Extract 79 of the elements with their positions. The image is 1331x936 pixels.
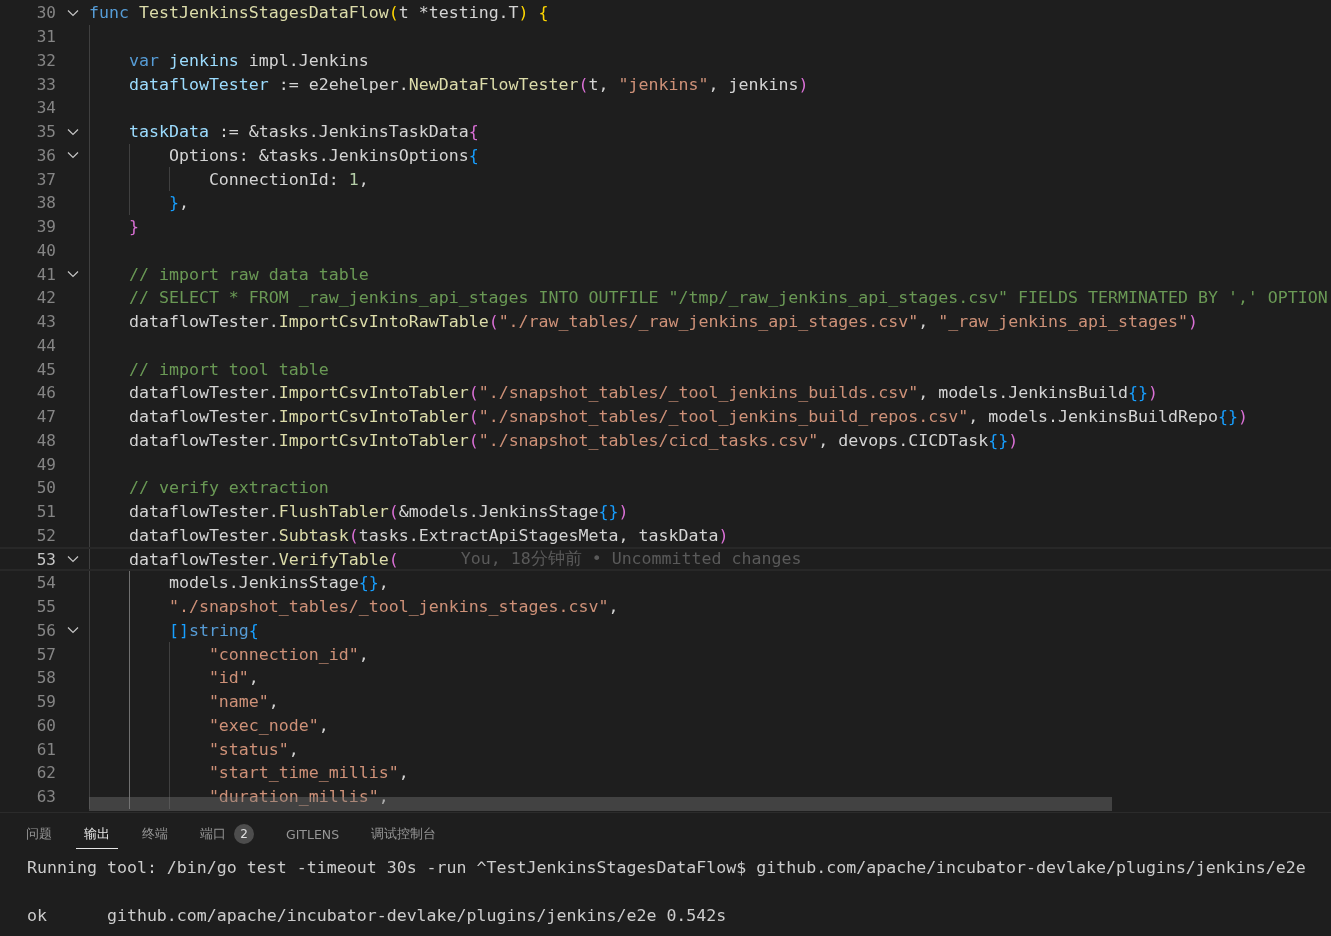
- code-line: taskData := &tasks.JenkinsTaskData{: [127, 121, 479, 144]
- panel-tab[interactable]: 端口 2: [192, 823, 262, 849]
- code-line: "./snapshot_tables/_tool_jenkins_stages.csv",: [167, 596, 619, 619]
- code-line: // verify extraction: [127, 477, 329, 500]
- code-line: dataflowTester := e2ehelper.NewDataFlowTester(t, "jenkins", jenkins): [127, 73, 809, 96]
- chevron-down-icon[interactable]: [66, 127, 79, 136]
- count-badge: 2: [234, 824, 254, 844]
- chevron-down-icon[interactable]: [66, 151, 79, 160]
- panel-tab[interactable]: 输出: [76, 823, 118, 849]
- line-number: 57: [35, 644, 56, 664]
- code-line: ConnectionId: 1,: [207, 168, 369, 191]
- line-number: 55: [35, 597, 56, 617]
- panel-tab[interactable]: 问题: [18, 823, 60, 849]
- code-line: // SELECT * FROM _raw_jenkins_api_stages INTO OUTFILE "/tmp/_raw_jenkins_api_stages.csv" FIELDS TERMINATED BY ',' OPTION: [127, 287, 1328, 310]
- line-number: 53: [35, 549, 56, 569]
- code-line: "status",: [207, 738, 299, 761]
- code-line: // import tool table: [127, 358, 329, 381]
- line-number: 49: [35, 454, 56, 474]
- line-number: 45: [35, 359, 56, 379]
- chevron-down-icon[interactable]: [66, 555, 79, 564]
- line-number: 30: [35, 3, 56, 23]
- line-number: 63: [35, 787, 56, 807]
- chevron-down-icon[interactable]: [66, 270, 79, 279]
- panel-tab[interactable]: GITLENS: [278, 823, 348, 849]
- chevron-down-icon[interactable]: [66, 8, 79, 17]
- code-line: models.JenkinsStage{},: [167, 572, 389, 595]
- line-number: 62: [35, 763, 56, 783]
- line-number: 51: [35, 502, 56, 522]
- line-number: 37: [35, 169, 56, 189]
- line-number: 32: [35, 50, 56, 70]
- code-line: dataflowTester.ImportCsvIntoRawTable("./raw_tables/_raw_jenkins_api_stages.csv", "_raw_jenkins_api_stages"): [127, 311, 1198, 334]
- line-number: 44: [35, 335, 56, 355]
- code-line: dataflowTester.ImportCsvIntoTabler("./snapshot_tables/_tool_jenkins_build_repos.csv", models.JenkinsBuildRepo{}): [127, 406, 1248, 429]
- output-line: ok github.com/apache/incubator-devlake/plugins/jenkins/e2e 0.542s: [27, 905, 728, 927]
- code-line: func TestJenkinsStagesDataFlow(t *testing.T) {: [89, 2, 549, 25]
- code-line: dataflowTester.ImportCsvIntoTabler("./snapshot_tables/_tool_jenkins_builds.csv", models.JenkinsBuild{}): [127, 382, 1158, 405]
- code-line: Options: &tasks.JenkinsOptions{: [167, 144, 479, 167]
- code-line: []string{: [167, 619, 259, 642]
- line-number: 50: [35, 478, 56, 498]
- line-number: 61: [35, 739, 56, 759]
- code-line: },: [167, 192, 189, 215]
- code-line: "exec_node",: [207, 714, 329, 737]
- code-line: dataflowTester.ImportCsvIntoTabler("./snapshot_tables/cicd_tasks.csv", devops.CICDTask{}): [127, 429, 1019, 452]
- line-number: 47: [35, 407, 56, 427]
- line-number: 39: [35, 217, 56, 237]
- code-line: "id",: [207, 667, 259, 690]
- line-number: 43: [35, 312, 56, 332]
- code-line: // import raw data table: [127, 263, 369, 286]
- code-line: dataflowTester.VerifyTable(: [127, 548, 399, 571]
- blame-annotation: You, 18分钟前 • Uncommitted changes: [460, 548, 802, 571]
- output-line: Running tool: /bin/go test -timeout 30s -run ^TestJenkinsStagesDataFlow$ github.com/apache/incubator-devlake/plugins/jenkins/e2e: [27, 857, 1307, 879]
- line-number: 46: [35, 383, 56, 403]
- line-number: 56: [35, 620, 56, 640]
- line-number: 60: [35, 715, 56, 735]
- line-number: 48: [35, 430, 56, 450]
- line-number: 33: [35, 74, 56, 94]
- line-number: 59: [35, 692, 56, 712]
- code-line: "duration_millis",: [207, 786, 389, 809]
- code-line: "start_time_millis",: [207, 762, 409, 785]
- panel-tab[interactable]: 调试控制台: [363, 823, 445, 849]
- code-line: var jenkins impl.Jenkins: [127, 49, 369, 72]
- line-number: 38: [35, 193, 56, 213]
- code-line: dataflowTester.FlushTabler(&models.JenkinsStage{}): [127, 501, 629, 524]
- code-line: dataflowTester.Subtask(tasks.ExtractApiStagesMeta, taskData): [127, 524, 729, 547]
- line-number: 42: [35, 288, 56, 308]
- line-number: 40: [35, 240, 56, 260]
- code-line: "name",: [207, 691, 279, 714]
- line-number: 31: [35, 27, 56, 47]
- chevron-down-icon[interactable]: [66, 626, 79, 635]
- code-line: "connection_id",: [207, 643, 369, 666]
- line-number: 58: [35, 668, 56, 688]
- code-line: }: [127, 216, 139, 239]
- line-number: 36: [35, 145, 56, 165]
- line-number: 35: [35, 122, 56, 142]
- line-number: 52: [35, 525, 56, 545]
- panel-tab[interactable]: 终端: [134, 823, 176, 849]
- line-number: 41: [35, 264, 56, 284]
- line-number: 34: [35, 98, 56, 118]
- line-number: 54: [35, 573, 56, 593]
